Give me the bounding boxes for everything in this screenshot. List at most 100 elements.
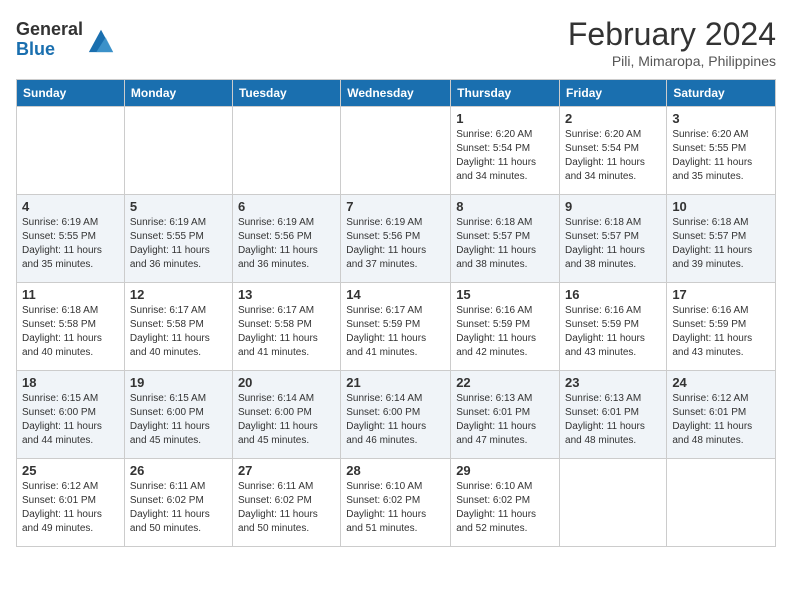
calendar-cell: 18 Sunrise: 6:15 AM Sunset: 6:00 PM Dayli… <box>17 371 125 459</box>
day-number: 15 <box>456 287 554 302</box>
calendar-cell: 4Sunrise: 6:19 AM Sunset: 5:55 PM Daylig… <box>17 195 125 283</box>
calendar-cell: 20Sunrise: 6:14 AM Sunset: 6:00 PM Dayli… <box>232 371 340 459</box>
calendar-cell: 28 Sunrise: 6:10 AM Sunset: 6:02 PM Dayli… <box>341 459 451 547</box>
logo: General Blue <box>16 20 115 60</box>
calendar-cell: 12 Sunrise: 6:17 AM Sunset: 5:58 PM Dayli… <box>124 283 232 371</box>
day-info: Sunrise: 6:14 AM Sunset: 6:00 PM Dayligh… <box>238 392 335 448</box>
day-info: Sunrise: 6:16 AM Sunset: 5:59 PM Dayligh… <box>456 304 554 360</box>
day-number: 4 <box>22 199 119 214</box>
header-friday: Friday <box>560 80 667 107</box>
page-header: General Blue February 2024 Pili, Mimarop… <box>16 16 776 69</box>
day-number: 26 <box>130 463 227 478</box>
day-number: 16 <box>565 287 661 302</box>
calendar-cell: 27 Sunrise: 6:11 AM Sunset: 6:02 PM Dayli… <box>232 459 340 547</box>
calendar: SundayMondayTuesdayWednesdayThursdayFrid… <box>16 79 776 547</box>
day-number: 28 <box>346 463 445 478</box>
calendar-cell: 3 Sunrise: 6:20 AM Sunset: 5:55 PM Daylig… <box>667 107 776 195</box>
day-number: 3 <box>672 111 770 126</box>
logo-icon <box>87 26 115 54</box>
day-info: Sunrise: 6:12 AM Sunset: 6:01 PM Dayligh… <box>672 392 770 448</box>
header-wednesday: Wednesday <box>341 80 451 107</box>
calendar-cell: 17Sunrise: 6:16 AM Sunset: 5:59 PM Dayli… <box>667 283 776 371</box>
day-info: Sunrise: 6:17 AM Sunset: 5:59 PM Dayligh… <box>346 304 445 360</box>
calendar-cell: 25 Sunrise: 6:12 AM Sunset: 6:01 PM Dayli… <box>17 459 125 547</box>
day-info: Sunrise: 6:19 AM Sunset: 5:55 PM Dayligh… <box>130 216 227 272</box>
logo-text: General Blue <box>16 20 83 60</box>
day-info: Sunrise: 6:20 AM Sunset: 5:55 PM Dayligh… <box>672 128 770 184</box>
header-row: SundayMondayTuesdayWednesdayThursdayFrid… <box>17 80 776 107</box>
day-info: Sunrise: 6:17 AM Sunset: 5:58 PM Dayligh… <box>238 304 335 360</box>
calendar-cell: 8 Sunrise: 6:18 AM Sunset: 5:57 PM Daylig… <box>451 195 560 283</box>
day-number: 8 <box>456 199 554 214</box>
day-info: Sunrise: 6:15 AM Sunset: 6:00 PM Dayligh… <box>130 392 227 448</box>
calendar-cell: 6 Sunrise: 6:19 AM Sunset: 5:56 PM Daylig… <box>232 195 340 283</box>
day-info: Sunrise: 6:16 AM Sunset: 5:59 PM Dayligh… <box>672 304 770 360</box>
calendar-cell: 1 Sunrise: 6:20 AM Sunset: 5:54 PM Daylig… <box>451 107 560 195</box>
day-info: Sunrise: 6:19 AM Sunset: 5:56 PM Dayligh… <box>346 216 445 272</box>
day-info: Sunrise: 6:12 AM Sunset: 6:01 PM Dayligh… <box>22 480 119 536</box>
day-number: 22 <box>456 375 554 390</box>
day-info: Sunrise: 6:10 AM Sunset: 6:02 PM Dayligh… <box>346 480 445 536</box>
calendar-cell <box>560 459 667 547</box>
day-number: 23 <box>565 375 661 390</box>
calendar-cell: 11Sunrise: 6:18 AM Sunset: 5:58 PM Dayli… <box>17 283 125 371</box>
day-info: Sunrise: 6:11 AM Sunset: 6:02 PM Dayligh… <box>238 480 335 536</box>
day-number: 2 <box>565 111 661 126</box>
month-title: February 2024 <box>568 16 776 53</box>
calendar-cell: 2 Sunrise: 6:20 AM Sunset: 5:54 PM Daylig… <box>560 107 667 195</box>
calendar-cell: 7Sunrise: 6:19 AM Sunset: 5:56 PM Daylig… <box>341 195 451 283</box>
day-info: Sunrise: 6:15 AM Sunset: 6:00 PM Dayligh… <box>22 392 119 448</box>
day-number: 13 <box>238 287 335 302</box>
calendar-cell <box>232 107 340 195</box>
day-number: 19 <box>130 375 227 390</box>
day-number: 1 <box>456 111 554 126</box>
day-number: 25 <box>22 463 119 478</box>
header-monday: Monday <box>124 80 232 107</box>
day-number: 12 <box>130 287 227 302</box>
logo-blue: Blue <box>16 40 83 60</box>
calendar-week-4: 18 Sunrise: 6:15 AM Sunset: 6:00 PM Dayli… <box>17 371 776 459</box>
day-info: Sunrise: 6:19 AM Sunset: 5:56 PM Dayligh… <box>238 216 335 272</box>
day-number: 11 <box>22 287 119 302</box>
day-number: 18 <box>22 375 119 390</box>
day-info: Sunrise: 6:18 AM Sunset: 5:57 PM Dayligh… <box>565 216 661 272</box>
calendar-week-1: 1 Sunrise: 6:20 AM Sunset: 5:54 PM Daylig… <box>17 107 776 195</box>
calendar-cell: 21Sunrise: 6:14 AM Sunset: 6:00 PM Dayli… <box>341 371 451 459</box>
calendar-week-2: 4 Sunrise: 6:19 AM Sunset: 5:55 PM Daylig… <box>17 195 776 283</box>
location: Pili, Mimaropa, Philippines <box>568 53 776 69</box>
day-info: Sunrise: 6:17 AM Sunset: 5:58 PM Dayligh… <box>130 304 227 360</box>
calendar-cell: 29Sunrise: 6:10 AM Sunset: 6:02 PM Dayli… <box>451 459 560 547</box>
header-tuesday: Tuesday <box>232 80 340 107</box>
calendar-week-5: 25 Sunrise: 6:12 AM Sunset: 6:01 PM Dayli… <box>17 459 776 547</box>
calendar-cell: 14 Sunrise: 6:17 AM Sunset: 5:59 PM Dayli… <box>341 283 451 371</box>
calendar-cell <box>124 107 232 195</box>
calendar-cell: 16 Sunrise: 6:16 AM Sunset: 5:59 PM Dayli… <box>560 283 667 371</box>
calendar-cell: 23 Sunrise: 6:13 AM Sunset: 6:01 PM Dayli… <box>560 371 667 459</box>
day-number: 14 <box>346 287 445 302</box>
header-thursday: Thursday <box>451 80 560 107</box>
day-info: Sunrise: 6:13 AM Sunset: 6:01 PM Dayligh… <box>456 392 554 448</box>
day-number: 6 <box>238 199 335 214</box>
day-number: 21 <box>346 375 445 390</box>
day-info: Sunrise: 6:16 AM Sunset: 5:59 PM Dayligh… <box>565 304 661 360</box>
calendar-cell: 24Sunrise: 6:12 AM Sunset: 6:01 PM Dayli… <box>667 371 776 459</box>
day-info: Sunrise: 6:20 AM Sunset: 5:54 PM Dayligh… <box>456 128 554 184</box>
day-number: 27 <box>238 463 335 478</box>
calendar-cell: 19 Sunrise: 6:15 AM Sunset: 6:00 PM Dayli… <box>124 371 232 459</box>
title-area: February 2024 Pili, Mimaropa, Philippine… <box>568 16 776 69</box>
day-info: Sunrise: 6:11 AM Sunset: 6:02 PM Dayligh… <box>130 480 227 536</box>
logo-general: General <box>16 20 83 40</box>
calendar-week-3: 11Sunrise: 6:18 AM Sunset: 5:58 PM Dayli… <box>17 283 776 371</box>
calendar-cell: 9 Sunrise: 6:18 AM Sunset: 5:57 PM Daylig… <box>560 195 667 283</box>
calendar-cell: 5Sunrise: 6:19 AM Sunset: 5:55 PM Daylig… <box>124 195 232 283</box>
day-number: 9 <box>565 199 661 214</box>
day-info: Sunrise: 6:20 AM Sunset: 5:54 PM Dayligh… <box>565 128 661 184</box>
calendar-cell: 26 Sunrise: 6:11 AM Sunset: 6:02 PM Dayli… <box>124 459 232 547</box>
day-info: Sunrise: 6:18 AM Sunset: 5:57 PM Dayligh… <box>456 216 554 272</box>
calendar-cell <box>667 459 776 547</box>
calendar-body: 1 Sunrise: 6:20 AM Sunset: 5:54 PM Daylig… <box>17 107 776 547</box>
calendar-cell: 13 Sunrise: 6:17 AM Sunset: 5:58 PM Dayli… <box>232 283 340 371</box>
day-info: Sunrise: 6:18 AM Sunset: 5:57 PM Dayligh… <box>672 216 770 272</box>
day-number: 29 <box>456 463 554 478</box>
day-info: Sunrise: 6:13 AM Sunset: 6:01 PM Dayligh… <box>565 392 661 448</box>
